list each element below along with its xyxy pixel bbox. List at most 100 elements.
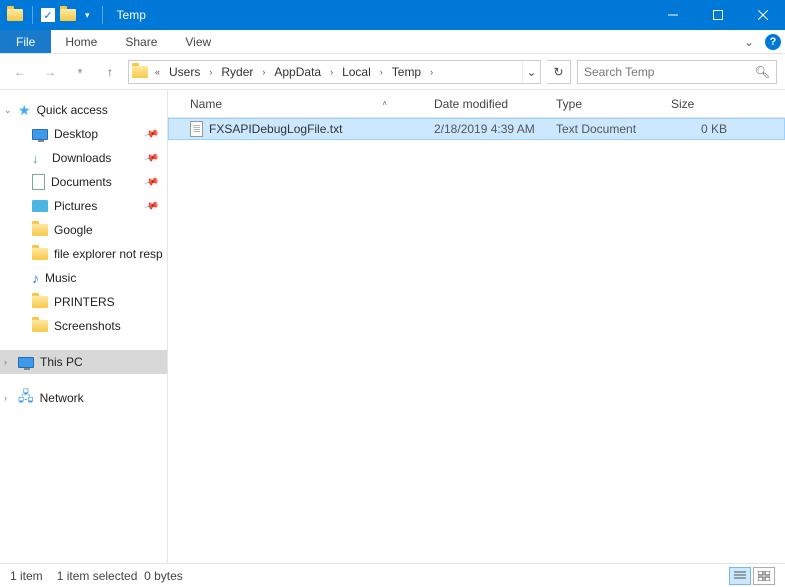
pin-icon: 📌: [143, 150, 159, 166]
properties-qat-icon[interactable]: ✓: [41, 8, 55, 22]
status-item-count: 1 item: [10, 569, 43, 583]
sidebar-item-label: PRINTERS: [54, 295, 115, 309]
file-row[interactable]: FXSAPIDebugLogFile.txt 2/18/2019 4:39 AM…: [168, 118, 785, 140]
back-button[interactable]: ←: [8, 60, 32, 84]
sidebar-item-label: Quick access: [37, 103, 108, 117]
status-bytes: 0 bytes: [144, 569, 183, 583]
chevron-right-icon[interactable]: ›: [4, 357, 7, 367]
tab-view[interactable]: View: [171, 30, 225, 53]
breadcrumb-item[interactable]: Local: [337, 61, 376, 83]
help-button[interactable]: ?: [761, 30, 785, 53]
address-dropdown-icon[interactable]: ⌄: [522, 61, 540, 83]
forward-button[interactable]: →: [38, 60, 62, 84]
sidebar-item-downloads[interactable]: Downloads 📌: [0, 146, 167, 170]
star-icon: ★: [18, 102, 31, 119]
status-selection: 1 item selected: [57, 569, 138, 583]
window-title: Temp: [117, 8, 146, 22]
ribbon-tabs: File Home Share View ⌄ ?: [0, 30, 785, 54]
column-header-size[interactable]: Size: [663, 90, 735, 117]
ribbon-expand-icon[interactable]: ⌄: [737, 30, 761, 53]
sidebar-item-label: Google: [54, 223, 93, 237]
chevron-right-icon[interactable]: ›: [376, 61, 387, 83]
status-bar: 1 item 1 item selected 0 bytes: [0, 563, 785, 587]
sidebar-item-label: Screenshots: [54, 319, 121, 333]
sidebar-item-printers[interactable]: PRINTERS: [0, 290, 167, 314]
close-button[interactable]: [740, 0, 785, 30]
refresh-button[interactable]: ↻: [547, 60, 571, 84]
document-icon: [32, 174, 45, 190]
sidebar-item-music[interactable]: ♪ Music: [0, 266, 167, 290]
sidebar-item-pictures[interactable]: Pictures 📌: [0, 194, 167, 218]
folder-icon: [32, 296, 48, 308]
view-details-button[interactable]: [729, 567, 751, 585]
minimize-button[interactable]: [650, 0, 695, 30]
search-input[interactable]: [584, 65, 755, 79]
column-header-date[interactable]: Date modified: [426, 90, 548, 117]
sidebar-quick-access[interactable]: ⌄ ★ Quick access: [0, 98, 167, 122]
sidebar-item-label: Music: [45, 271, 76, 285]
file-date: 2/18/2019 4:39 AM: [426, 122, 548, 136]
title-bar: ✓ ▾ Temp: [0, 0, 785, 30]
file-type: Text Document: [548, 122, 663, 136]
file-name: FXSAPIDebugLogFile.txt: [209, 122, 342, 136]
sidebar-item-label: Network: [40, 391, 84, 405]
folder-icon: [32, 224, 48, 236]
sidebar-item-label: Desktop: [54, 127, 98, 141]
picture-icon: [32, 200, 48, 212]
text-file-icon: [190, 121, 203, 137]
chevron-right-icon[interactable]: ›: [326, 61, 337, 83]
network-icon: 🖧: [18, 386, 34, 410]
music-icon: ♪: [32, 270, 39, 286]
tab-share[interactable]: Share: [111, 30, 171, 53]
folder-icon: [32, 248, 48, 260]
file-list-pane: Name˄ Date modified Type Size FXSAPIDebu…: [168, 90, 785, 563]
recent-locations-icon[interactable]: ▾: [68, 60, 92, 84]
sort-ascending-icon: ˄: [382, 99, 387, 108]
sidebar-item-google[interactable]: Google: [0, 218, 167, 242]
new-folder-qat-icon[interactable]: [59, 6, 77, 24]
sidebar-this-pc[interactable]: › This PC: [0, 350, 167, 374]
file-tab[interactable]: File: [0, 30, 51, 53]
folder-icon: [6, 6, 24, 24]
breadcrumb-overflow-icon[interactable]: «: [151, 61, 164, 83]
pin-icon: 📌: [143, 126, 159, 142]
maximize-button[interactable]: [695, 0, 740, 30]
quick-access-toolbar: ✓ ▾: [0, 6, 107, 24]
breadcrumb-item[interactable]: Ryder: [216, 61, 258, 83]
search-icon[interactable]: 🔍︎: [755, 65, 770, 79]
sidebar-item-label: Downloads: [52, 151, 111, 165]
sidebar-network[interactable]: › 🖧 Network: [0, 386, 167, 410]
column-header-name[interactable]: Name˄: [182, 90, 426, 117]
sidebar-item-label: Pictures: [54, 199, 97, 213]
sidebar-item-label: Documents: [51, 175, 112, 189]
address-bar[interactable]: « Users › Ryder › AppData › Local › Temp…: [128, 60, 541, 84]
desktop-icon: [32, 129, 48, 140]
folder-icon: [32, 320, 48, 332]
sidebar-item-file-explorer[interactable]: file explorer not resp: [0, 242, 167, 266]
breadcrumb-item[interactable]: Temp: [387, 61, 426, 83]
search-box[interactable]: 🔍︎: [577, 60, 777, 84]
tab-home[interactable]: Home: [51, 30, 111, 53]
qat-chevron-down-icon[interactable]: ▾: [81, 10, 94, 21]
pin-icon: 📌: [143, 174, 159, 190]
sidebar-item-screenshots[interactable]: Screenshots: [0, 314, 167, 338]
column-headers: Name˄ Date modified Type Size: [168, 90, 785, 118]
sidebar-item-desktop[interactable]: Desktop 📌: [0, 122, 167, 146]
breadcrumb-item[interactable]: AppData: [269, 61, 326, 83]
chevron-down-icon[interactable]: ⌄: [4, 105, 12, 116]
sidebar-item-label: file explorer not resp: [54, 247, 163, 261]
navigation-bar: ← → ▾ ↑ « Users › Ryder › AppData › Loca…: [0, 54, 785, 90]
pc-icon: [18, 357, 34, 368]
download-icon: [32, 151, 46, 165]
file-size: 0 KB: [663, 122, 735, 136]
sidebar-item-documents[interactable]: Documents 📌: [0, 170, 167, 194]
up-button[interactable]: ↑: [98, 60, 122, 84]
chevron-right-icon[interactable]: ›: [4, 393, 7, 403]
chevron-right-icon[interactable]: ›: [258, 61, 269, 83]
column-header-type[interactable]: Type: [548, 90, 663, 117]
pin-icon: 📌: [143, 198, 159, 214]
view-large-icons-button[interactable]: [753, 567, 775, 585]
chevron-right-icon[interactable]: ›: [426, 61, 437, 83]
breadcrumb-item[interactable]: Users: [164, 61, 205, 83]
chevron-right-icon[interactable]: ›: [205, 61, 216, 83]
